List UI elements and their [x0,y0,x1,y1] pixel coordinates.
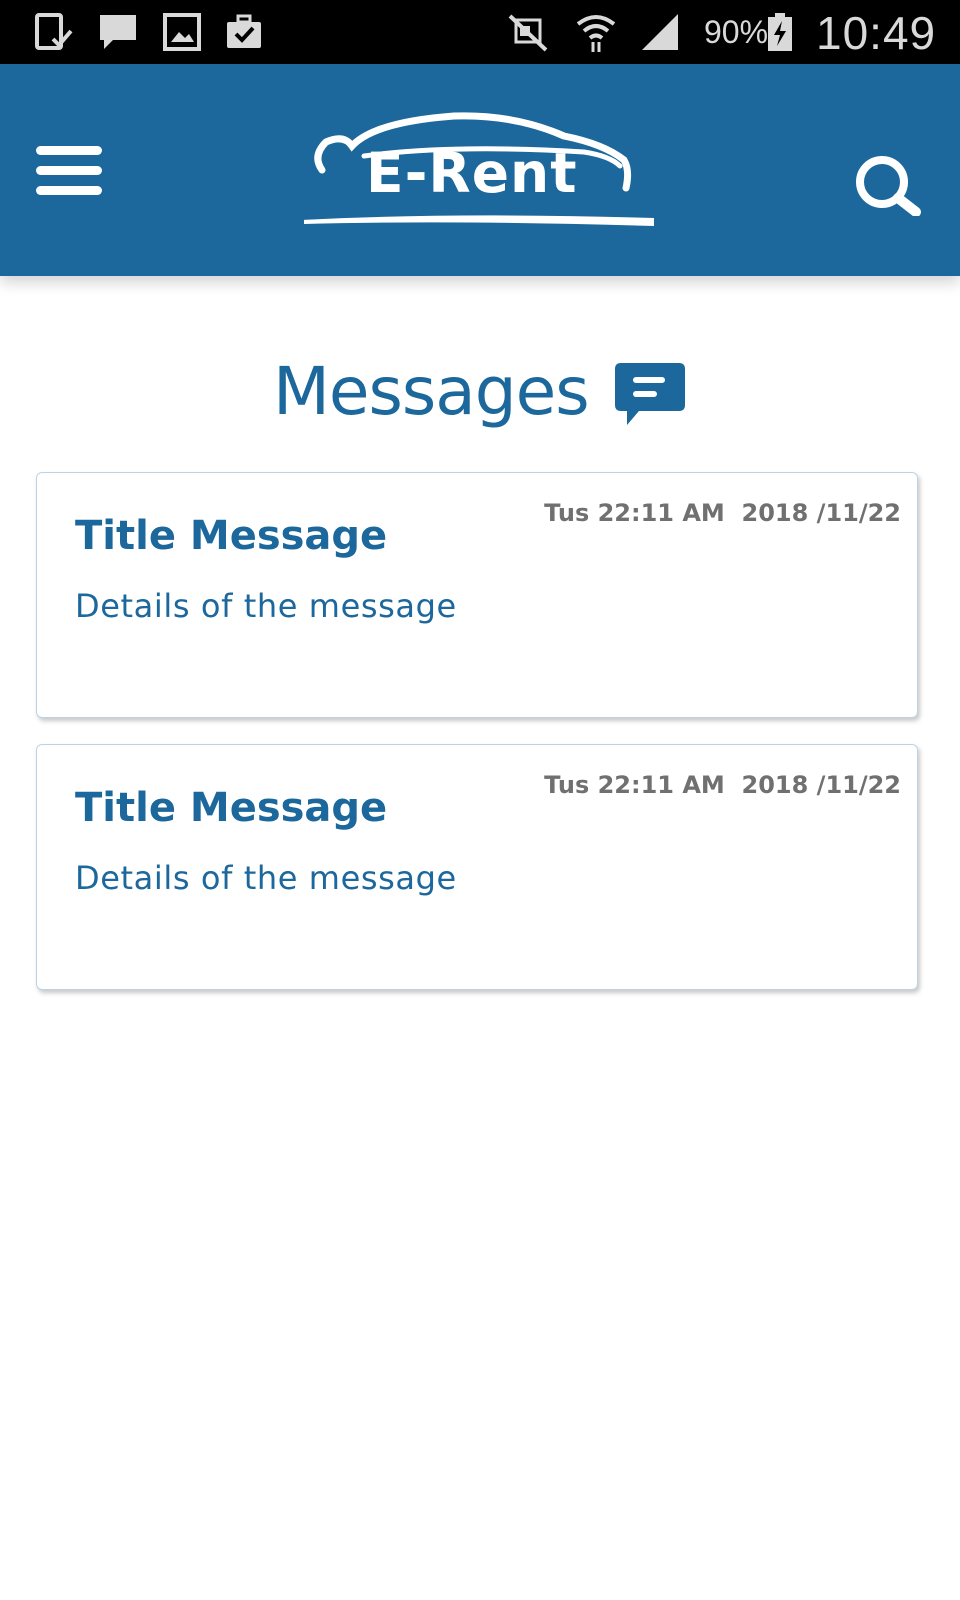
message-title: Title Message [75,785,388,831]
signal-icon [642,14,678,50]
message-date: Tus 22:11 AM 2018 /11/22 [544,771,901,799]
battery-charging-icon [768,13,792,51]
message-bubble-icon [615,363,686,425]
logo-text: E-Rent [366,141,578,205]
status-clock: 10:49 [816,7,937,59]
message-title: Title Message [75,513,388,559]
page-title-row: Messages [0,352,960,432]
mute-icon [508,14,548,52]
page-title: Messages [272,353,590,430]
image-icon [163,13,201,51]
message-card[interactable]: Tus 22:11 AM 2018 /11/22 Title Message D… [36,744,918,990]
hamburger-menu-icon[interactable] [34,140,104,200]
briefcase-check-icon [227,14,261,48]
status-bar: 90% 10:49 [0,0,960,64]
search-icon[interactable] [852,152,926,217]
message-card[interactable]: Tus 22:11 AM 2018 /11/22 Title Message D… [36,472,918,718]
e-rent-logo: E-Rent [302,108,660,230]
wifi-icon [576,15,616,52]
message-list: Tus 22:11 AM 2018 /11/22 Title Message D… [36,472,920,1016]
chat-notification-icon [100,15,136,49]
message-details: Details of the message [75,587,457,625]
message-details: Details of the message [75,859,457,897]
message-date: Tus 22:11 AM 2018 /11/22 [544,499,901,527]
battery-percent: 90% [704,14,769,50]
device-check-icon [35,13,73,50]
app-header: E-Rent [0,64,960,276]
